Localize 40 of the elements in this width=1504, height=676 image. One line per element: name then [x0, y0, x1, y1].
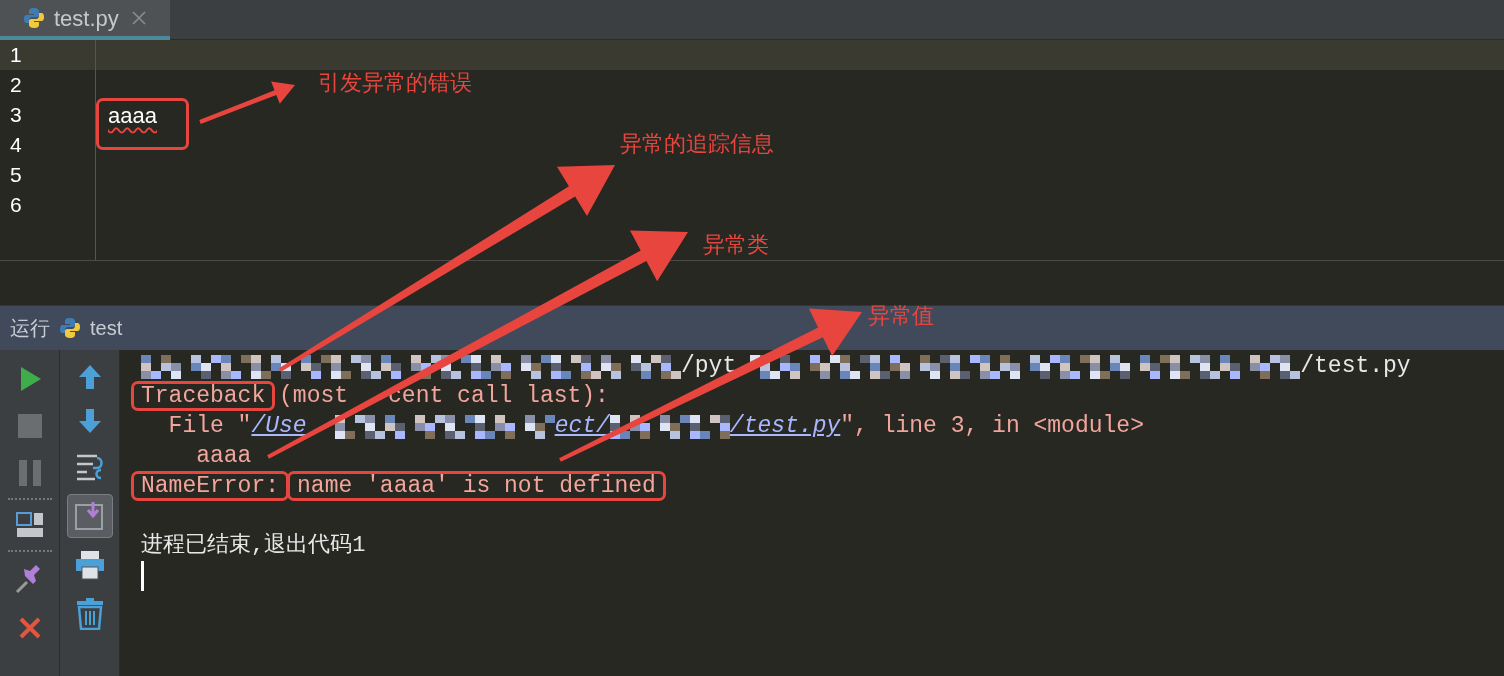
- layout-icon[interactable]: [15, 512, 44, 538]
- arrow-down-icon[interactable]: [77, 408, 102, 434]
- console-text: Traceback: [141, 382, 266, 411]
- file-link[interactable]: /Use: [251, 411, 307, 441]
- toggle-button[interactable]: [66, 494, 113, 538]
- console-text: NameError:: [141, 472, 280, 501]
- file-link[interactable]: /test.py: [729, 411, 841, 441]
- close-icon[interactable]: [130, 10, 147, 26]
- close-icon[interactable]: [17, 616, 42, 640]
- console-text: aaaa: [195, 442, 252, 471]
- line-number: 4: [10, 132, 22, 159]
- annotation-label: 异常值: [868, 302, 934, 330]
- console-text: /pyt: [681, 352, 737, 381]
- run-config-name[interactable]: test: [90, 313, 123, 343]
- scroll-to-end-icon: [74, 501, 105, 531]
- annotation-label: 异常类: [703, 231, 769, 259]
- line-number: 2: [10, 72, 22, 99]
- tab-label: test.py: [54, 4, 119, 33]
- console-text: (most: [278, 382, 349, 411]
- python-icon: [58, 316, 82, 340]
- printer-icon[interactable]: [74, 550, 105, 580]
- line-number: 3: [10, 102, 22, 129]
- trash-icon[interactable]: [75, 598, 104, 630]
- console-text: /test.py: [1300, 352, 1411, 381]
- console-text: File ": [167, 412, 252, 441]
- code-text: aaaa: [108, 101, 157, 130]
- console-text: name 'aaaa' is not defined: [297, 472, 656, 501]
- annotation-label: 引发异常的错误: [318, 69, 472, 97]
- soft-wrap-icon[interactable]: [74, 452, 105, 482]
- file-link[interactable]: ect/: [554, 411, 610, 441]
- console-text: ", line 3, in <module>: [840, 412, 1144, 441]
- panel-title: 运行: [10, 316, 50, 341]
- line-number: 5: [10, 162, 22, 189]
- line-number: 1: [10, 42, 22, 69]
- python-file-icon: [22, 6, 46, 30]
- arrow-up-icon[interactable]: [77, 364, 102, 390]
- line-number: 6: [10, 192, 22, 219]
- exit-message: 进程已结束,退出代码1: [141, 532, 366, 560]
- annotation-label: 异常的追踪信息: [620, 130, 774, 158]
- editor-tab[interactable]: test.py: [0, 0, 170, 40]
